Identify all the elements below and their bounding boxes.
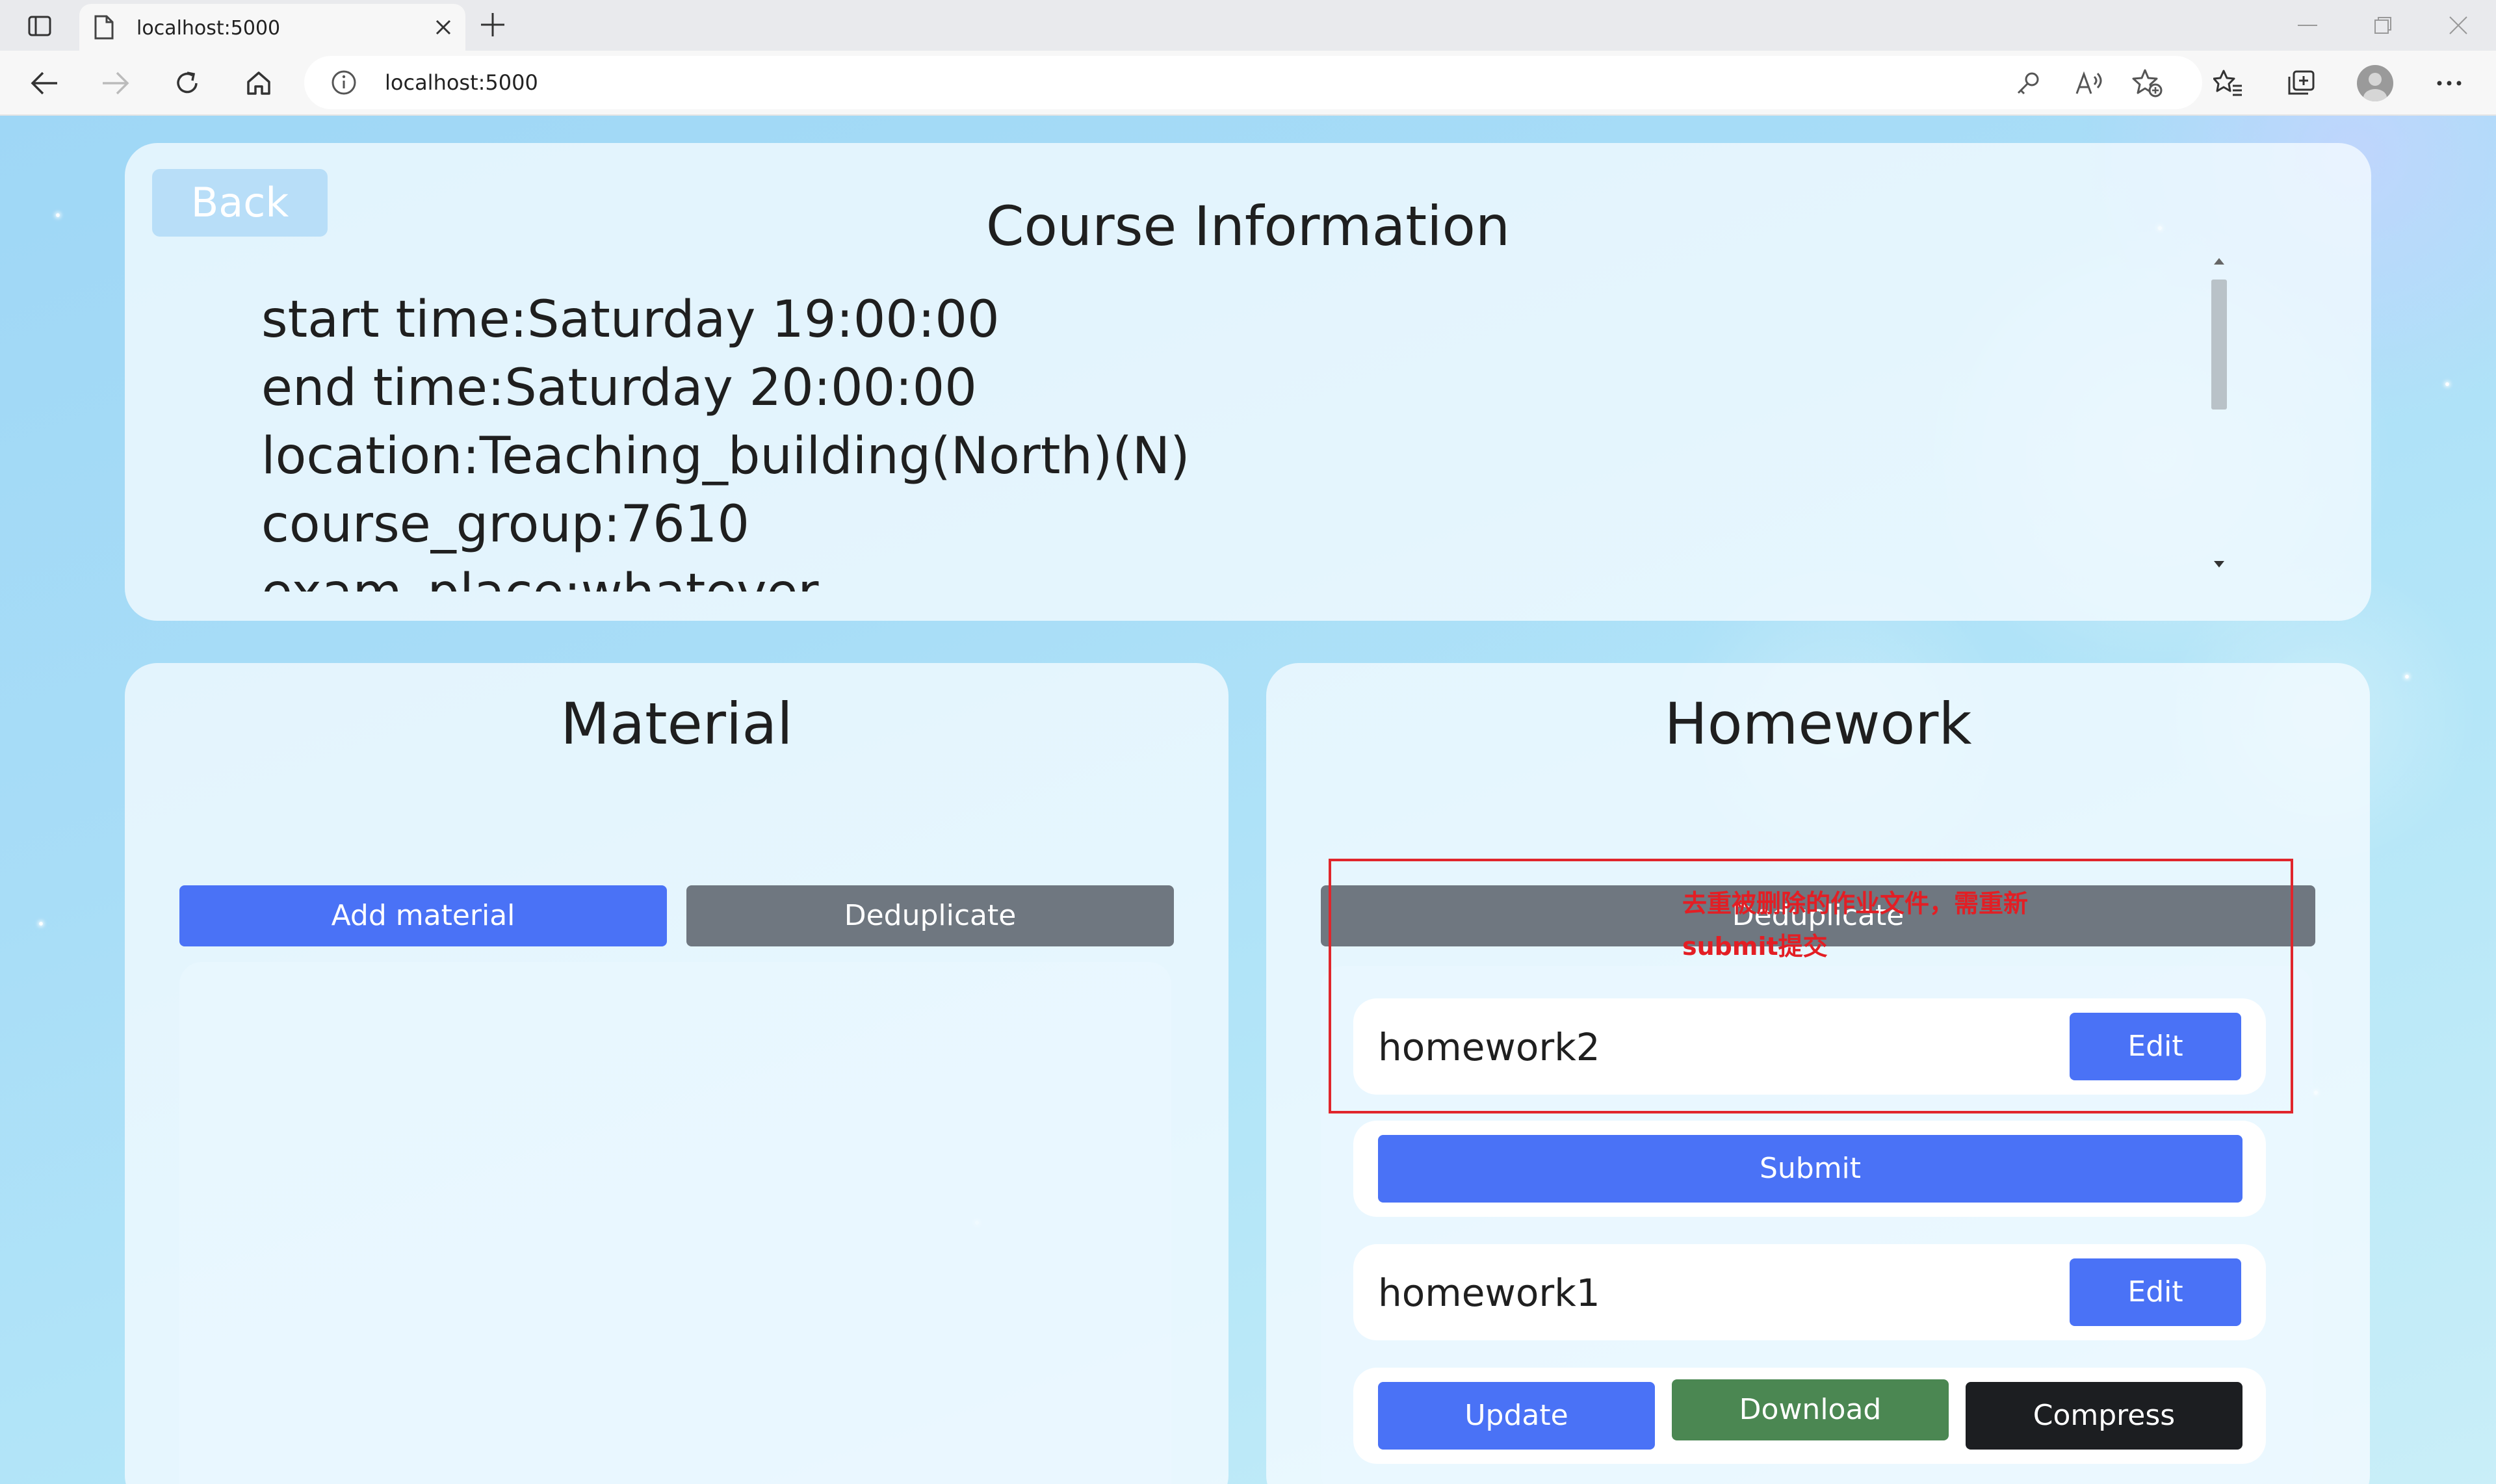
compress-button[interactable]: Compress [1966,1382,2242,1450]
info-icon[interactable] [330,69,358,99]
browser-tab[interactable]: localhost:5000 [79,4,465,51]
plus-icon[interactable] [478,10,507,42]
page-viewport: Back Course Information start time:Satur… [0,116,2496,1484]
info-course-group: course_group:7610 [261,495,750,554]
material-list [179,962,1171,1484]
address-bar[interactable]: localhost:5000 [304,56,2202,109]
update-button[interactable]: Update [1378,1382,1655,1450]
tab-title: localhost:5000 [136,17,281,40]
background-sparkle [2405,675,2409,679]
tab-actions-icon[interactable] [20,9,60,43]
refresh-icon[interactable] [169,65,205,101]
homework-actions: Update Download Compress [1353,1368,2266,1464]
scroll-down-icon[interactable] [2213,560,2225,568]
arrow-right-icon[interactable] [98,65,134,101]
restore-icon[interactable] [2345,0,2421,51]
material-title: Material [560,690,793,757]
minimize-icon[interactable] [2270,0,2345,51]
annotation-line: submit提交 [1682,932,1828,961]
arrow-left-icon[interactable] [26,65,62,101]
scroll-up-icon[interactable] [2213,257,2225,265]
scrollbar-thumb[interactable] [2211,280,2227,410]
background-sparkle [56,213,60,217]
material-panel: Material Add material Deduplicate [125,663,1228,1484]
homework-title: Homework [1664,690,1972,757]
course-info-list[interactable]: start time:Saturday 19:00:00 end time:Sa… [261,286,1431,592]
homework-actions: Submit [1353,1121,2266,1217]
background-sparkle [39,922,43,926]
read-aloud-icon[interactable] [2071,65,2107,101]
star-add-icon[interactable] [2129,65,2166,101]
tab-strip: localhost:5000 [0,0,2496,51]
home-icon[interactable] [240,65,277,101]
address-url[interactable]: localhost:5000 [385,70,538,95]
window-close-icon[interactable] [2421,0,2496,51]
course-info-title: Course Information [985,194,1511,258]
collections-icon[interactable] [2283,65,2319,101]
annotation-line: 去重被删除的作业文件，需重新 [1682,889,2029,918]
info-start-time: start time:Saturday 19:00:00 [261,291,1000,349]
homework-item: homework1 Edit [1353,1244,2266,1340]
info-end-time: end time:Saturday 20:00:00 [261,359,977,417]
download-button[interactable]: Download [1672,1379,1949,1440]
info-exam-place: exam_place:whatever [261,559,1431,592]
info-location: location:Teaching_building(North)(N) [261,427,1190,486]
key-icon[interactable] [2010,65,2046,101]
homework-name: homework1 [1378,1271,1600,1315]
background-sparkle [2445,382,2449,386]
info-scrollbar[interactable] [2208,254,2230,576]
course-info-panel: Back Course Information start time:Satur… [125,143,2371,621]
more-icon[interactable] [2431,65,2467,101]
material-deduplicate-button[interactable]: Deduplicate [686,885,1174,946]
add-material-button[interactable]: Add material [179,885,667,946]
close-icon[interactable] [434,18,452,39]
favorites-icon[interactable] [2210,65,2246,101]
avatar[interactable] [2357,65,2393,101]
annotation-text: 去重被删除的作业文件，需重新 submit提交 [1682,882,2085,968]
window-controls [2270,0,2496,51]
submit-button[interactable]: Submit [1378,1135,2242,1203]
page-icon [94,14,114,43]
edit-homework-button[interactable]: Edit [2070,1258,2241,1326]
browser-toolbar: localhost:5000 [0,51,2496,116]
